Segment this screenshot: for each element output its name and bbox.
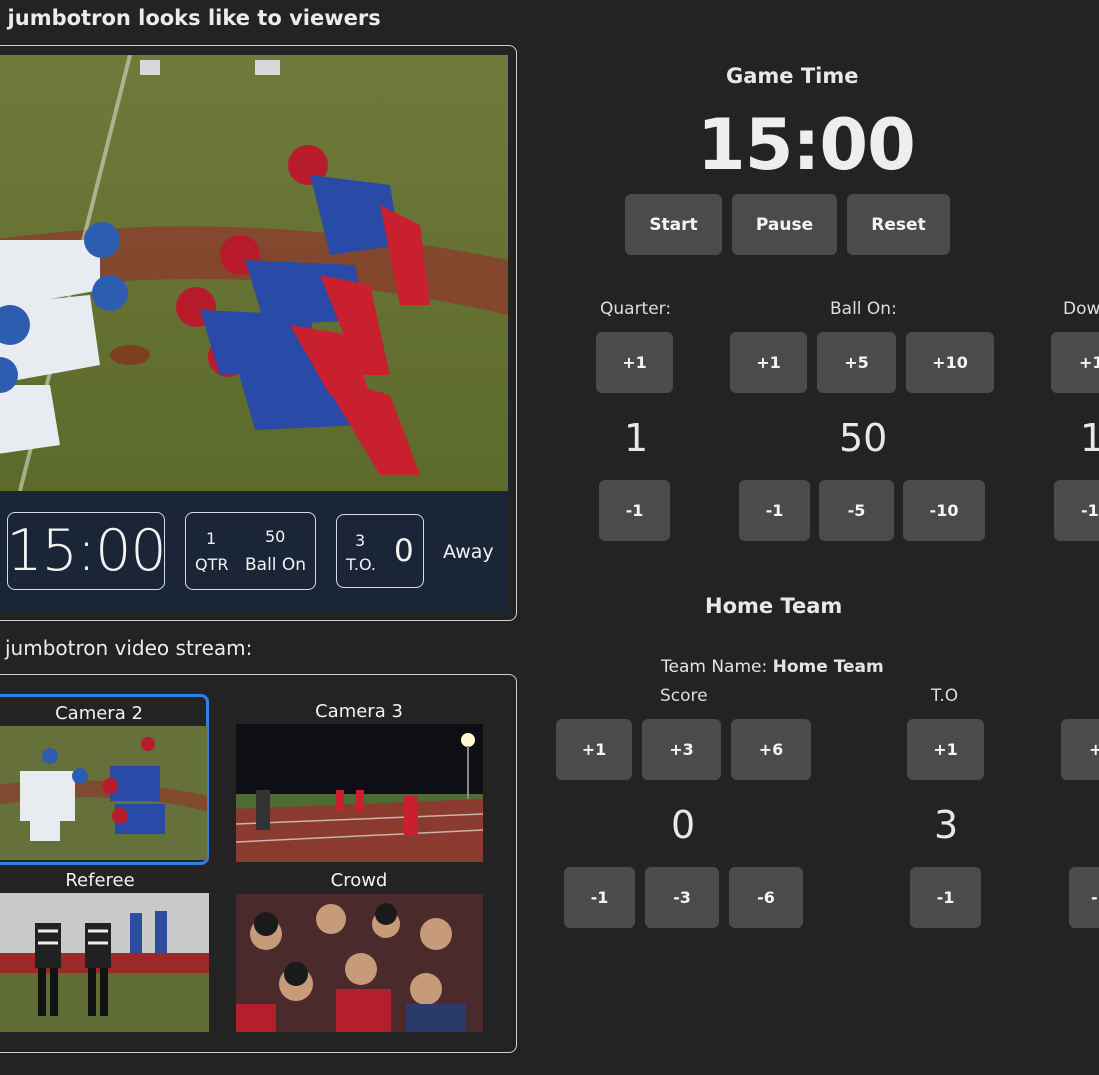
reset-button[interactable]: Reset <box>847 194 950 255</box>
quarter-increment-button[interactable]: +1 <box>596 332 673 393</box>
home-team-title: Home Team <box>705 594 843 618</box>
ball-on-plus-1-button[interactable]: +1 <box>730 332 807 393</box>
score-plus-6-button[interactable]: +6 <box>731 719 811 780</box>
ball-on-value: 50 <box>839 416 888 460</box>
score-value: 0 <box>671 803 696 847</box>
team-name-value: Home Team <box>772 657 884 677</box>
game-clock: 15:00 <box>697 104 916 186</box>
down-decrement-button[interactable]: -1 <box>1054 480 1099 541</box>
referee-camera-thumbnail[interactable] <box>0 893 209 1032</box>
camera-3-image <box>236 724 483 862</box>
start-button[interactable]: Start <box>625 194 722 255</box>
crowd-camera-thumbnail[interactable] <box>236 894 483 1032</box>
camera-2-label: Camera 2 <box>55 703 143 724</box>
referee-camera-image <box>0 893 209 1032</box>
football-field-image <box>0 55 508 491</box>
scorebar-clock: 15:00 <box>6 512 167 590</box>
scorebar-ball-on-value: 50 <box>265 527 286 546</box>
score-plus-3-button[interactable]: +3 <box>642 719 721 780</box>
ball-on-minus-1-button[interactable]: -1 <box>739 480 810 541</box>
scorebar-timeouts-label: T.O. <box>346 555 376 574</box>
timeouts-decrement-button[interactable]: -1 <box>910 867 981 928</box>
pause-button[interactable]: Pause <box>732 194 837 255</box>
crowd-camera-image <box>236 894 483 1032</box>
scorebar-away-score: 0 <box>394 533 414 569</box>
camera-3-label: Camera 3 <box>315 701 403 722</box>
timeouts-increment-button[interactable]: +1 <box>907 719 984 780</box>
scorebar-away-label: Away <box>443 541 494 563</box>
ball-on-plus-10-button[interactable]: +10 <box>906 332 994 393</box>
score-minus-1-button[interactable]: -1 <box>564 867 635 928</box>
scorebar-timeouts: 3 T.O. 0 <box>336 514 424 588</box>
extra-decrement-button[interactable]: - <box>1069 867 1099 928</box>
scorebar-ball-on-label: Ball On <box>245 555 307 575</box>
team-name-row: Team Name: Home Team <box>661 657 884 677</box>
camera-2-thumbnail[interactable] <box>0 726 207 860</box>
referee-camera-label: Referee <box>65 870 135 891</box>
timeouts-value: 3 <box>934 803 959 847</box>
video-stream-heading: jumbotron video stream: <box>5 636 253 660</box>
game-time-title: Game Time <box>726 64 859 88</box>
scorebar-quarter-value: 1 <box>206 529 217 548</box>
extra-increment-button[interactable]: + <box>1061 719 1099 780</box>
jumbotron-preview-heading: e jumbotron looks like to viewers <box>0 6 381 30</box>
ball-on-minus-10-button[interactable]: -10 <box>903 480 985 541</box>
camera-2-image <box>0 726 207 860</box>
down-label: Dow <box>1063 299 1099 319</box>
team-name-label: Team Name: <box>661 657 768 677</box>
score-label: Score <box>660 686 708 706</box>
score-minus-3-button[interactable]: -3 <box>645 867 719 928</box>
jumbotron-main-feed <box>0 55 508 491</box>
quarter-label: Quarter: <box>600 299 672 319</box>
camera-3-thumbnail[interactable] <box>236 724 483 862</box>
scorebar-quarter-ball-on: 1 QTR 50 Ball On <box>185 512 316 590</box>
crowd-camera-label: Crowd <box>330 870 388 891</box>
ball-on-label: Ball On: <box>830 299 897 319</box>
scorebar-quarter-label: QTR <box>195 555 229 574</box>
score-plus-1-button[interactable]: +1 <box>556 719 632 780</box>
timeouts-label: T.O <box>931 686 959 706</box>
scorebar-timeouts-value: 3 <box>355 531 366 550</box>
ball-on-minus-5-button[interactable]: -5 <box>819 480 894 541</box>
quarter-decrement-button[interactable]: -1 <box>599 480 670 541</box>
score-minus-6-button[interactable]: -6 <box>729 867 803 928</box>
quarter-value: 1 <box>624 416 649 460</box>
down-increment-button[interactable]: +1 <box>1051 332 1099 393</box>
down-value: 1 <box>1080 416 1099 460</box>
ball-on-plus-5-button[interactable]: +5 <box>817 332 896 393</box>
